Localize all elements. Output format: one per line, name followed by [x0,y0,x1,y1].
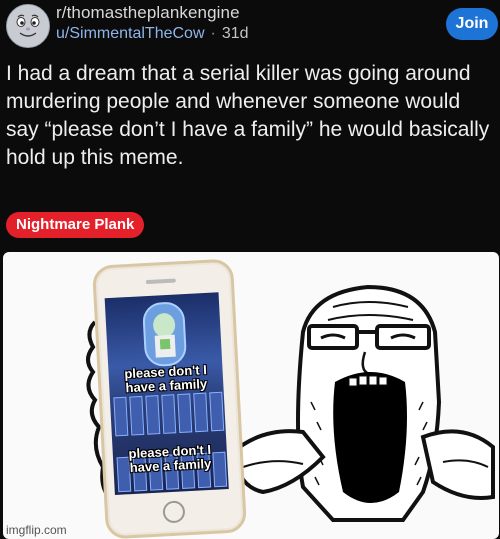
phone-speaker [145,278,176,285]
meme-image[interactable]: please don't I have a family please don'… [3,252,499,539]
join-button[interactable]: Join [446,8,498,40]
post-title[interactable]: I had a dream that a serial killer was g… [6,60,496,172]
thomas-face-icon [8,6,48,46]
phone-home-button [162,500,186,524]
post-flair[interactable]: Nightmare Plank [6,212,145,238]
post-age: 31d [221,25,249,42]
meme-caption-top: please don't I have a family [123,362,208,396]
imgflip-watermark: imgflip.com [6,523,67,537]
meme-caption-bottom: please don't I have a family [128,441,212,476]
subreddit-avatar[interactable] [6,4,50,48]
meta-separator: · [210,25,216,42]
username-link[interactable]: u/SimmentalTheCow [56,25,205,42]
phone-screen: please don't I have a family please don'… [104,292,229,495]
post-meta: u/SimmentalTheCow · 31d [56,25,249,43]
wojak-illustration [86,284,495,522]
post-header: r/thomastheplankengine u/SimmentalTheCow… [0,0,500,52]
phone: please don't I have a family please don'… [91,258,248,539]
subreddit-name[interactable]: r/thomastheplankengine [56,3,240,23]
